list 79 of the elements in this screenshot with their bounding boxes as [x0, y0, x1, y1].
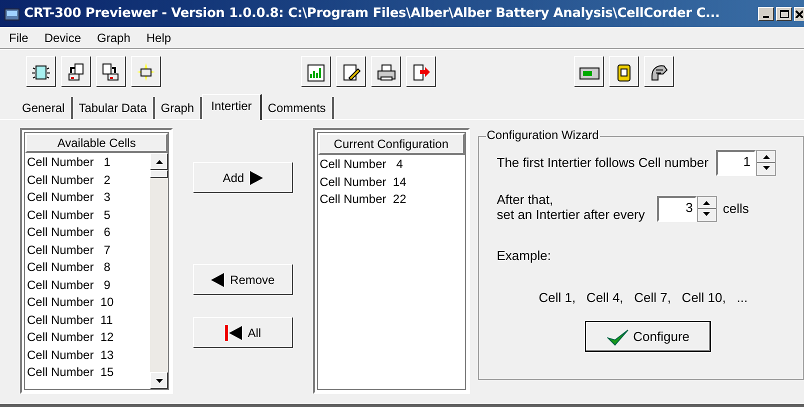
- printer-icon: [375, 62, 397, 82]
- list-item[interactable]: Cell Number 13: [27, 346, 150, 364]
- scroll-thumb[interactable]: [150, 170, 168, 178]
- toolbar-button[interactable]: [336, 56, 366, 87]
- scroll-up-button[interactable]: [150, 153, 168, 170]
- example-text: Cell 1, Cell 4, Cell 7, Cell 10, ...: [538, 288, 749, 306]
- column-header[interactable]: Current Configuration: [318, 133, 465, 155]
- toolbar-button[interactable]: [609, 56, 639, 87]
- right-arrow-icon: [250, 170, 264, 184]
- left-arrow-icon: [211, 272, 224, 286]
- number-field[interactable]: 1: [716, 150, 756, 176]
- menu-item[interactable]: Help: [145, 28, 172, 46]
- toolbar-button[interactable]: [574, 56, 604, 87]
- list-item[interactable]: Cell Number 22: [320, 191, 465, 208]
- remove-button[interactable]: Remove: [192, 264, 293, 295]
- list-item[interactable]: Cell Number 8: [27, 259, 150, 276]
- all-button[interactable]: All: [192, 317, 293, 348]
- list-item[interactable]: Cell Number 7: [27, 242, 150, 259]
- list-item[interactable]: Cell Number 4: [320, 156, 465, 174]
- field-label: The first Intertier follows Cell number: [496, 154, 708, 172]
- minimize-button[interactable]: [758, 6, 774, 20]
- maximize-button[interactable]: [776, 6, 792, 20]
- scrollbar[interactable]: [150, 153, 168, 389]
- up-arrow-icon: [703, 201, 710, 205]
- list-item[interactable]: Cell Number 1: [27, 154, 150, 172]
- checkmark-icon: [607, 328, 630, 346]
- list-item[interactable]: Cell Number 15: [27, 364, 150, 382]
- spin-button[interactable]: [756, 150, 776, 176]
- unit-label: cells: [722, 200, 749, 218]
- app-icon: [4, 6, 20, 22]
- toolbar-button[interactable]: [131, 56, 161, 87]
- scroll-down-button[interactable]: [150, 372, 168, 389]
- up-arrow-icon: [762, 155, 770, 159]
- tab[interactable]: Comments: [262, 97, 334, 119]
- group-title: Configuration Wizard: [486, 128, 600, 142]
- menu-item[interactable]: Device: [43, 28, 82, 46]
- list-item[interactable]: Cell Number 3: [27, 189, 150, 206]
- spin-button[interactable]: [696, 196, 717, 222]
- first-icon: [224, 324, 242, 340]
- chart-icon: [305, 62, 327, 82]
- list-item[interactable]: Cell Number 14: [320, 174, 465, 191]
- window-title: CRT-300 Previewer - Version 1.0.0.8: C:\Program Files\Alber\Alber Battery Analysis\CellCorder C...: [24, 4, 720, 23]
- minimize-icon: [763, 16, 769, 18]
- tab[interactable]: Intertier: [202, 94, 262, 120]
- toolbar-button[interactable]: [61, 56, 91, 87]
- toolbar-button[interactable]: [301, 56, 331, 87]
- add-button[interactable]: Add: [192, 162, 293, 193]
- list-item[interactable]: Cell Number 2: [27, 172, 150, 189]
- toolbar-button[interactable]: [26, 56, 56, 87]
- sparkle-device-icon: [135, 62, 157, 82]
- list-item[interactable]: Cell Number 11: [27, 312, 150, 329]
- close-button[interactable]: [794, 6, 804, 20]
- configure-button[interactable]: Configure: [585, 321, 712, 352]
- column-header[interactable]: Available Cells: [25, 133, 168, 153]
- toolbar-button[interactable]: [406, 56, 436, 87]
- close-icon: [795, 10, 803, 18]
- list-item[interactable]: Cell Number 12: [27, 329, 150, 346]
- menu-item[interactable]: File: [8, 28, 30, 46]
- toolbar-button[interactable]: [96, 56, 126, 87]
- field-label: After that,: [496, 192, 554, 207]
- down-arrow-icon: [762, 166, 770, 170]
- menu-item[interactable]: Graph: [96, 28, 132, 46]
- tab[interactable]: Tabular Data: [72, 97, 155, 119]
- down-arrow-icon: [156, 378, 163, 382]
- maximize-icon: [780, 10, 788, 18]
- number-field[interactable]: 3: [656, 196, 697, 222]
- list-item[interactable]: Cell Number 5: [27, 206, 150, 224]
- tab[interactable]: General: [16, 97, 73, 119]
- down-arrow-icon: [703, 212, 710, 216]
- example-label: Example:: [496, 247, 552, 265]
- list-item[interactable]: Cell Number 9: [27, 276, 150, 294]
- list-item[interactable]: Cell Number 6: [27, 224, 150, 242]
- field-label: set an Intertier after every: [496, 207, 645, 222]
- up-arrow-icon: [156, 160, 163, 164]
- toolbar-button[interactable]: [371, 56, 401, 87]
- toolbar-button[interactable]: [644, 56, 674, 87]
- current-configuration-list[interactable]: Current Configuration Cell Number 4 Cell Number 14 Cell Number 22: [312, 128, 470, 394]
- list-item[interactable]: Cell Number 10: [27, 294, 150, 312]
- available-cells-list[interactable]: [20, 128, 174, 394]
